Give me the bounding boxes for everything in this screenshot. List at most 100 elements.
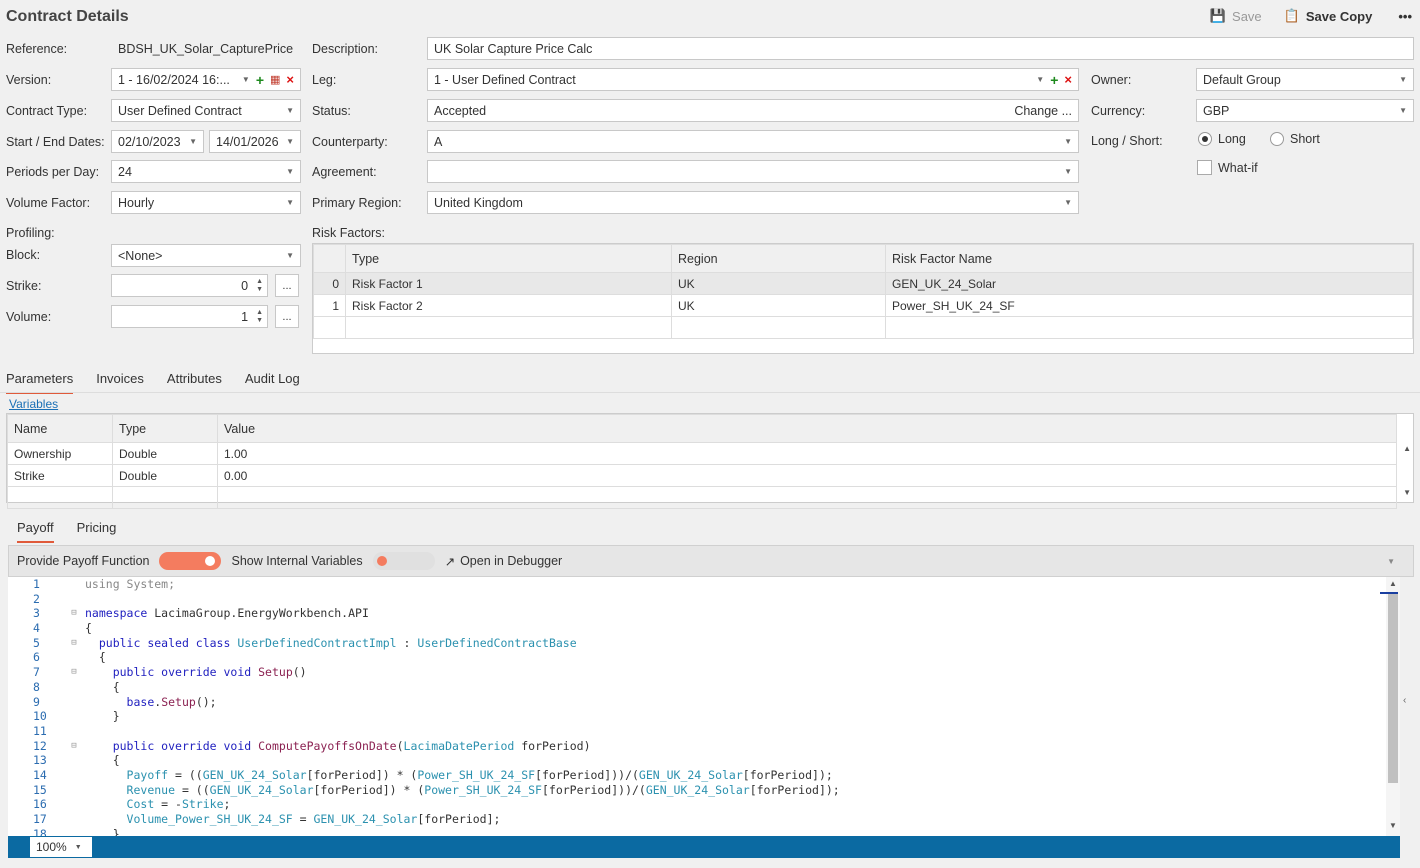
agreement-select[interactable]: ▼: [427, 160, 1079, 183]
table-row[interactable]: Strike Double 0.00: [7, 464, 1397, 487]
change-status-button[interactable]: Change ...: [1014, 104, 1072, 118]
chevron-down-icon: ▼: [1064, 137, 1072, 146]
volume-factor-label: Volume Factor:: [6, 196, 91, 210]
show-internal-toggle[interactable]: [372, 552, 435, 570]
block-label: Block:: [6, 248, 41, 262]
version-select[interactable]: 1 - 16/02/2024 16:... ▼ + ▦ ×: [111, 68, 301, 91]
profiling-label: Profiling:: [6, 226, 55, 240]
version-label: Version:: [6, 73, 52, 87]
chevron-down-icon: ▼: [286, 106, 294, 115]
description-field[interactable]: UK Solar Capture Price Calc: [427, 37, 1414, 60]
editor-toolbar: Provide Payoff Function Show Internal Va…: [8, 545, 1414, 577]
block-select[interactable]: <None> ▼: [111, 244, 301, 267]
volume-factor-select[interactable]: Hourly ▼: [111, 191, 301, 214]
strike-more-button[interactable]: ...: [275, 274, 299, 297]
reference-field: BDSH_UK_Solar_CapturePrice: [111, 37, 301, 60]
description-label: Description:: [312, 42, 378, 56]
chevron-down-icon: ▼: [286, 198, 294, 207]
close-icon[interactable]: ×: [286, 72, 294, 87]
payoff-tabs: Payoff Pricing: [17, 520, 139, 543]
checkbox-icon: [1197, 160, 1212, 175]
variables-link[interactable]: Variables: [9, 397, 58, 411]
zoom-select[interactable]: 100% ▼: [30, 837, 92, 857]
table-row[interactable]: 1 Risk Factor 2 UK Power_SH_UK_24_SF: [313, 294, 1413, 317]
chevron-down-icon: ▼: [189, 137, 197, 146]
end-date-field[interactable]: 14/01/2026 ▼: [209, 130, 301, 153]
contract-type-select[interactable]: User Defined Contract ▼: [111, 99, 301, 122]
status-field: Accepted Change ...: [427, 99, 1079, 122]
add-icon[interactable]: +: [256, 72, 264, 88]
table-row-empty[interactable]: [313, 316, 1413, 339]
owner-label: Owner:: [1091, 73, 1132, 87]
save-button[interactable]: 💾 Save: [1210, 8, 1262, 24]
save-copy-button[interactable]: 📋 Save Copy: [1284, 8, 1373, 24]
stepper-arrows-icon[interactable]: ▲ ▼: [256, 309, 263, 325]
column-header[interactable]: Value: [217, 414, 1397, 443]
leg-label: Leg:: [312, 73, 337, 87]
chevron-down-icon[interactable]: ▼: [1387, 557, 1395, 566]
short-radio[interactable]: Short: [1270, 132, 1320, 146]
long-radio[interactable]: Long: [1198, 132, 1246, 146]
scroll-down-icon[interactable]: ▼: [1403, 488, 1411, 497]
code-editor[interactable]: 1 using System; 2 3 ⊟ namespace LacimaGroup…: [8, 577, 1386, 836]
counterparty-label: Counterparty:: [312, 135, 388, 149]
table-row[interactable]: Ownership Double 1.00: [7, 442, 1397, 465]
more-icon[interactable]: •••: [1398, 9, 1412, 24]
collapse-panel-icon[interactable]: ‹: [1403, 695, 1406, 706]
periods-select[interactable]: 24 ▼: [111, 160, 301, 183]
column-header[interactable]: Type: [112, 414, 218, 443]
volume-label: Volume:: [6, 310, 52, 324]
scroll-up-icon[interactable]: ▲: [1403, 444, 1411, 453]
periods-label: Periods per Day:: [6, 165, 100, 179]
tab-payoff[interactable]: Payoff: [17, 520, 54, 543]
reference-label: Reference:: [6, 42, 68, 56]
risk-factors-table: Type Region Risk Factor Name 0 Risk Fact…: [312, 243, 1414, 354]
column-header[interactable]: Risk Factor Name: [885, 244, 1413, 273]
editor-scrollbar[interactable]: ▲ ▼: [1386, 577, 1400, 836]
whatif-checkbox[interactable]: What-if: [1197, 160, 1258, 175]
volume-more-button[interactable]: ...: [275, 305, 299, 328]
stepper-arrows-icon[interactable]: ▲ ▼: [256, 278, 263, 294]
table-row-empty[interactable]: [7, 486, 1397, 509]
page-title: Contract Details: [6, 8, 129, 25]
column-header[interactable]: Name: [7, 414, 113, 443]
chevron-down-icon: ▼: [1399, 106, 1407, 115]
currency-label: Currency:: [1091, 104, 1146, 118]
add-icon[interactable]: +: [1050, 72, 1058, 88]
copy-icon: 📋: [1283, 8, 1300, 23]
tab-invoices[interactable]: Invoices: [96, 371, 144, 394]
status-label: Status:: [312, 104, 351, 118]
table-row[interactable]: 0 Risk Factor 1 UK GEN_UK_24_Solar: [313, 272, 1413, 295]
counterparty-select[interactable]: A ▼: [427, 130, 1079, 153]
status-bar: [8, 836, 1400, 858]
tab-pricing[interactable]: Pricing: [77, 520, 117, 543]
variables-table: Name Type Value Ownership Double 1.00 St…: [6, 413, 1414, 509]
close-icon[interactable]: ×: [1064, 72, 1072, 87]
provide-payoff-toggle[interactable]: [159, 552, 222, 570]
owner-select[interactable]: Default Group ▼: [1196, 68, 1414, 91]
column-header[interactable]: Region: [671, 244, 886, 273]
column-header[interactable]: Type: [345, 244, 672, 273]
chevron-down-icon: ▼: [1399, 75, 1407, 84]
toolbar: 💾 Save 📋 Save Copy •••: [1210, 8, 1412, 24]
radio-selected-icon: [1198, 132, 1212, 146]
scrollbar-thumb[interactable]: [1388, 593, 1398, 783]
tab-attributes[interactable]: Attributes: [167, 371, 222, 394]
open-debugger-button[interactable]: ↗ Open in Debugger: [445, 554, 563, 569]
region-select[interactable]: United Kingdom ▼: [427, 191, 1079, 214]
scroll-up-icon[interactable]: ▲: [1389, 579, 1397, 588]
currency-select[interactable]: GBP ▼: [1196, 99, 1414, 122]
provide-payoff-label: Provide Payoff Function: [17, 554, 150, 568]
tab-audit-log[interactable]: Audit Log: [245, 371, 300, 394]
scroll-down-icon[interactable]: ▼: [1389, 821, 1397, 830]
start-date-field[interactable]: 02/10/2023 ▼: [111, 130, 204, 153]
calendar-icon[interactable]: ▦: [270, 73, 280, 86]
volume-stepper[interactable]: 1 ▲ ▼: [111, 305, 268, 328]
tab-parameters[interactable]: Parameters: [6, 371, 74, 394]
strike-stepper[interactable]: 0 ▲ ▼: [111, 274, 268, 297]
agreement-label: Agreement:: [312, 165, 377, 179]
leg-select[interactable]: 1 - User Defined Contract ▼ + ×: [427, 68, 1079, 91]
minimap-marker: [1380, 592, 1398, 594]
external-link-icon: ↗: [444, 554, 456, 569]
chevron-down-icon: ▼: [286, 167, 294, 176]
